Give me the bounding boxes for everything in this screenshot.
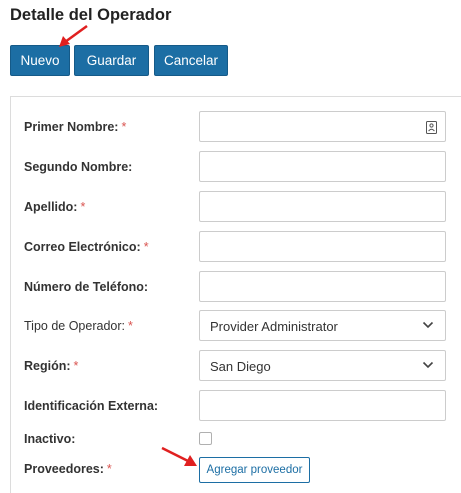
required-marker: * [143,240,149,254]
phone-input[interactable] [199,271,446,302]
region-label: Región: * [24,359,79,373]
email-label: Correo Electrónico: * [24,240,149,254]
required-marker: * [127,319,133,333]
region-select[interactable]: San Diego [199,350,446,381]
required-marker: * [73,359,79,373]
providers-label: Proveedores: * [24,462,112,476]
annotation-arrow [161,446,197,466]
first-name-label: Primer Nombre: * [24,120,127,134]
last-name-input[interactable] [199,191,446,222]
required-marker: * [121,120,127,134]
region-value: San Diego [210,359,271,374]
middle-name-label: Segundo Nombre: [24,160,133,174]
chevron-down-icon [422,321,434,329]
external-id-label: Identificación Externa: [24,399,159,413]
operator-type-value: Provider Administrator [210,319,338,334]
required-marker: * [106,462,112,476]
middle-name-input[interactable] [199,151,446,182]
last-name-label: Apellido: * [24,200,86,214]
required-marker: * [80,200,86,214]
contact-card-icon[interactable] [426,121,437,134]
external-id-input[interactable] [199,390,446,421]
annotation-arrow [59,24,88,47]
phone-label: Número de Teléfono: [24,280,149,294]
inactive-label: Inactivo: [24,432,76,446]
operator-type-label: Tipo de Operador: * [24,319,133,333]
email-input[interactable] [199,231,446,262]
cancel-button[interactable]: Cancelar [154,45,228,76]
first-name-input[interactable] [199,111,446,142]
operator-type-select[interactable]: Provider Administrator [199,310,446,341]
add-provider-button[interactable]: Agregar proveedor [199,457,310,483]
chevron-down-icon [422,361,434,369]
